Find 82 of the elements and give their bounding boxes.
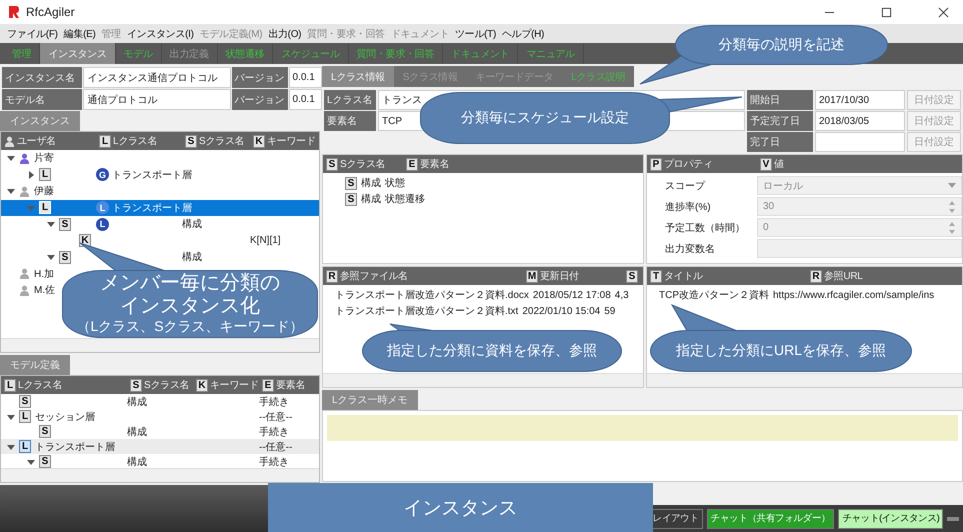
- letter-badge: L: [19, 410, 31, 423]
- letter-badge: M: [526, 270, 538, 282]
- file-name: トランスポート層改造パターン２資料.docx: [335, 288, 529, 302]
- letter-badge: S: [345, 176, 357, 190]
- class-name: トランスポート層: [112, 168, 192, 182]
- callout-note: （Lクラス、Sクラス、キーワード）: [76, 318, 304, 336]
- property-label: 予定工数（時間）: [664, 222, 746, 234]
- class-name: トランスポート層: [112, 202, 192, 215]
- letter-badge: T: [650, 270, 662, 282]
- letter-badge: S: [130, 378, 142, 392]
- field-label: 完了日: [747, 132, 813, 152]
- user-name: H.加: [34, 268, 54, 281]
- letter-badge: L: [99, 134, 111, 148]
- element-name: --任意--: [259, 412, 292, 422]
- window-title: RfcAgiler: [26, 5, 75, 19]
- property-label: 出力変数名: [664, 242, 716, 256]
- letter-badge: V: [760, 158, 772, 170]
- callout-text: メンバー毎に分類の: [100, 272, 280, 295]
- letter-badge: S: [59, 250, 71, 264]
- letter-badge: E: [406, 158, 418, 170]
- file-date: 2018/05/12 17:08: [532, 290, 611, 300]
- callout-text: インスタンス化: [120, 295, 260, 318]
- letter-badge: L: [19, 440, 31, 453]
- field-label: Lクラス名: [324, 90, 376, 110]
- letter-badge: L: [39, 201, 51, 214]
- field-label: インスタンス名: [2, 67, 82, 88]
- element-name: 手続き: [259, 426, 289, 438]
- class-name: 構成: [182, 219, 202, 230]
- class-name: トランスポート層: [35, 440, 115, 454]
- keyword: K[N][1]: [250, 235, 281, 246]
- element-name: 手続き: [259, 456, 289, 468]
- letter-badge: S: [39, 425, 51, 438]
- field-label: モデル名: [2, 89, 82, 110]
- field-label: バージョン: [232, 89, 288, 110]
- class-name: 構成: [182, 252, 202, 264]
- file-name: トランスポート層改造パターン２資料.txt: [335, 304, 518, 318]
- class-name: 構成: [127, 456, 147, 468]
- user-name: 伊藤: [34, 184, 54, 198]
- letter-badge: R: [326, 270, 338, 282]
- user-name: 片寄: [34, 152, 54, 166]
- element-name: --任意--: [259, 442, 292, 452]
- caption-banner: インスタンス: [268, 483, 653, 532]
- letter-badge: E: [262, 378, 274, 392]
- link-title: TCP改造パターン２資料: [659, 288, 769, 302]
- callout-text: 指定した分類に資料を保存、参照: [387, 342, 597, 360]
- property-label: スコープ: [664, 180, 706, 192]
- class-name: 構成: [361, 192, 381, 206]
- callout-text: 指定した分類にURLを保存、参照: [676, 342, 886, 360]
- letter-badge: S: [326, 158, 338, 170]
- letter-badge: L: [4, 378, 16, 392]
- field-label: バージョン: [232, 67, 288, 88]
- letter-badge: S: [39, 455, 51, 468]
- letter-badge: S: [345, 192, 357, 206]
- letter-badge: S: [19, 395, 31, 408]
- letter-badge: S: [626, 270, 638, 282]
- field-label: 要素名: [324, 111, 376, 131]
- user-name: M.佐: [34, 284, 56, 298]
- class-name: 構成: [127, 396, 147, 408]
- letter-badge: K: [196, 378, 208, 392]
- file-date: 2022/01/10 15:04: [522, 306, 600, 316]
- letter-badge: R: [810, 270, 822, 282]
- class-name: セッション層: [35, 410, 95, 424]
- callout-text: 分類毎の説明を記述: [718, 36, 844, 54]
- field-label: 予定完了日: [747, 111, 813, 131]
- letter-badge: S: [59, 218, 71, 231]
- letter-badge: K: [253, 134, 265, 148]
- file-size: 59: [604, 306, 616, 316]
- letter-badge: P: [650, 158, 662, 170]
- letter-badge: L: [39, 168, 51, 182]
- class-name: 構成: [361, 176, 381, 190]
- class-icon: G: [96, 168, 109, 182]
- file-size: 4,3: [614, 290, 629, 300]
- field-label: 開始日: [747, 90, 813, 110]
- element-name: 手続き: [259, 396, 289, 408]
- class-icon: L: [96, 218, 109, 231]
- class-icon: L: [96, 201, 109, 214]
- class-name: 構成: [127, 426, 147, 438]
- letter-badge: S: [185, 134, 197, 148]
- element-name: 状態: [385, 176, 405, 190]
- callout-text: 分類毎にスケジュール設定: [461, 109, 629, 127]
- property-label: 進捗率(%): [664, 200, 712, 214]
- element-name: 状態遷移: [385, 192, 425, 206]
